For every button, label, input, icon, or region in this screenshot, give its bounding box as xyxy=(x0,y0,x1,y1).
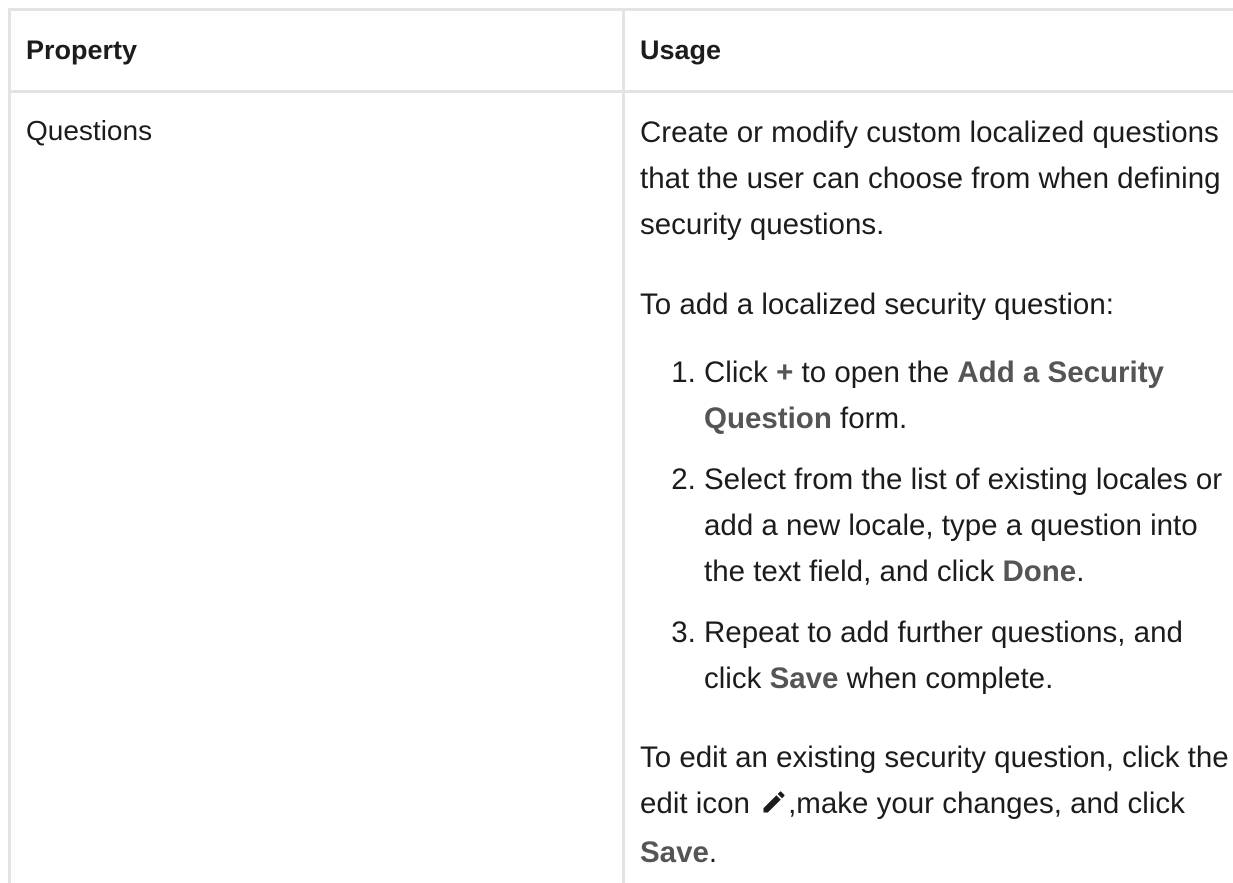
usage-cell: Create or modify custom localized questi… xyxy=(625,93,1233,883)
save-label: Save xyxy=(769,662,839,695)
usage-intro: Create or modify custom localized questi… xyxy=(640,116,1221,241)
steps-list: Click + to open the Add a Security Quest… xyxy=(640,350,1233,702)
step-item: Select from the list of existing locales… xyxy=(704,457,1233,595)
plus-label: + xyxy=(776,356,794,389)
add-question-heading: To add a localized security question: xyxy=(640,288,1114,321)
edit-instructions: To edit an existing security question, c… xyxy=(640,741,1229,869)
table-header-row: Property Usage xyxy=(11,11,1233,93)
step-item: Repeat to add further questions, and cli… xyxy=(704,610,1233,702)
save-label: Save xyxy=(640,836,709,869)
header-usage: Usage xyxy=(640,35,722,65)
step-item: Click + to open the Add a Security Quest… xyxy=(704,350,1233,442)
property-usage-table: Property Usage Questions Create or modif… xyxy=(8,8,1233,883)
property-cell: Questions xyxy=(11,93,625,883)
done-label: Done xyxy=(1002,555,1077,588)
table-row: Questions Create or modify custom locali… xyxy=(11,93,1233,883)
header-property: Property xyxy=(11,11,625,90)
pencil-icon xyxy=(760,784,788,830)
